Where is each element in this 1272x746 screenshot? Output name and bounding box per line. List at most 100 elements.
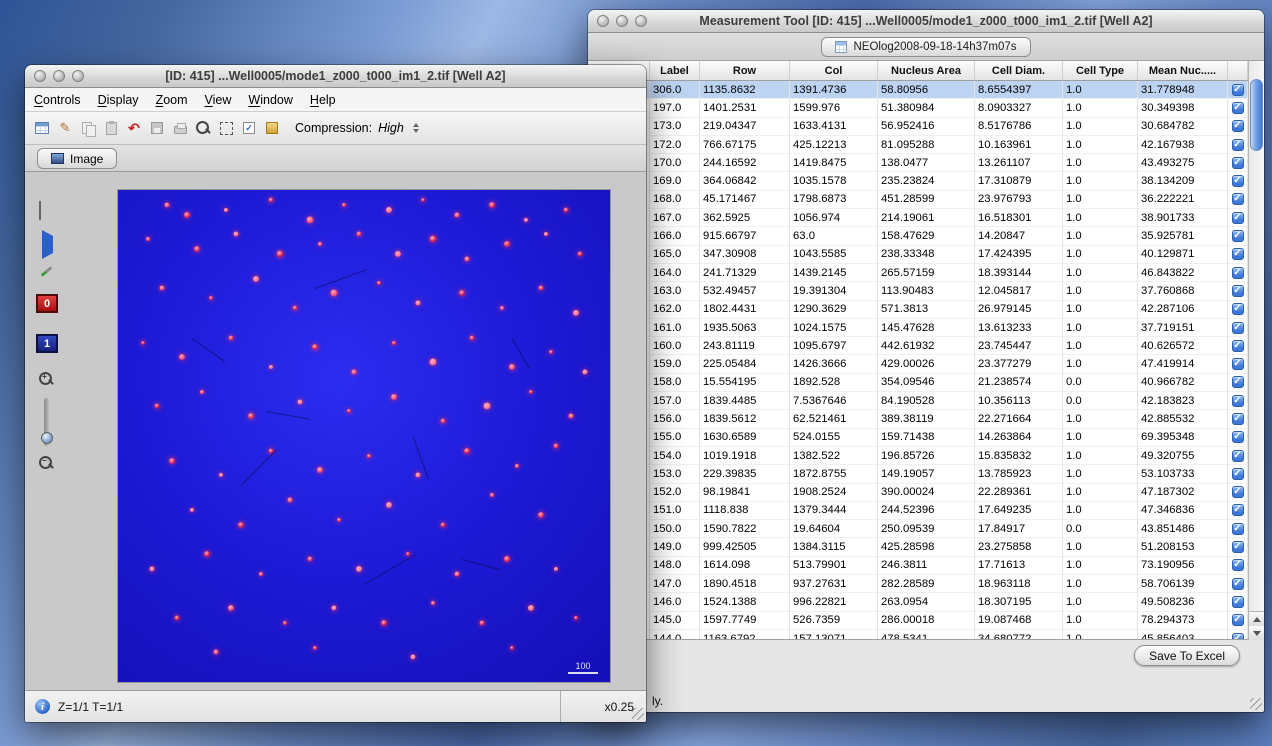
channel-1-button[interactable]: 1 <box>36 334 58 353</box>
table-row[interactable]: 149.0999.425051384.3115425.2859823.27585… <box>588 538 1248 556</box>
row-checkbox[interactable]: ✓ <box>1232 230 1244 242</box>
minimize-button[interactable] <box>53 70 65 82</box>
table-row[interactable]: 150.01590.782219.64604250.0953917.849170… <box>588 520 1248 538</box>
row-checkbox[interactable]: ✓ <box>1232 322 1244 334</box>
table-row[interactable]: 172.0766.67175425.1221381.09528810.16396… <box>588 136 1248 154</box>
zoom-tool-button[interactable] <box>193 117 213 139</box>
table-row[interactable]: 154.01019.19181382.522196.8572615.835832… <box>588 447 1248 465</box>
menu-view[interactable]: View <box>205 93 232 107</box>
column-header[interactable]: Nucleus Area <box>878 61 975 80</box>
row-checkbox[interactable]: ✓ <box>1232 212 1244 224</box>
row-checkbox[interactable]: ✓ <box>1232 358 1244 370</box>
zoom-button[interactable] <box>72 70 84 82</box>
row-checkbox[interactable]: ✓ <box>1232 614 1244 626</box>
zoom-button[interactable] <box>635 15 647 27</box>
play-button[interactable] <box>42 236 53 254</box>
row-checkbox[interactable]: ✓ <box>1232 523 1244 535</box>
paste-button[interactable] <box>101 117 121 139</box>
undo-button[interactable]: ↶ <box>124 117 144 139</box>
column-header[interactable]: Row <box>700 61 790 80</box>
table-row[interactable]: 170.0244.165921419.8475138.047713.261107… <box>588 154 1248 172</box>
row-checkbox[interactable]: ✓ <box>1232 578 1244 590</box>
table-row[interactable]: 161.01935.50631024.1575145.4762813.61323… <box>588 319 1248 337</box>
row-checkbox[interactable]: ✓ <box>1232 376 1244 388</box>
image-window-titlebar[interactable]: [ID: 415] ...Well0005/mode1_z000_t000_im… <box>25 65 646 88</box>
column-header[interactable]: Mean Nuc..... <box>1138 61 1228 80</box>
row-checkbox[interactable]: ✓ <box>1232 303 1244 315</box>
row-checkbox[interactable]: ✓ <box>1232 102 1244 114</box>
column-header[interactable] <box>1228 61 1248 80</box>
table-row[interactable]: 144.01163.6792157.13071478.534134.680772… <box>588 630 1248 639</box>
minimize-button[interactable] <box>616 15 628 27</box>
table-row[interactable]: 147.01890.4518937.27631282.2858918.96311… <box>588 575 1248 593</box>
row-checkbox[interactable]: ✓ <box>1232 541 1244 553</box>
resize-grip[interactable] <box>1250 698 1262 710</box>
tab-neolog[interactable]: NEOlog2008-09-18-14h37m07s <box>821 37 1030 57</box>
table-row[interactable]: 152.098.198411908.2524390.0002422.289361… <box>588 484 1248 502</box>
measurements-button[interactable] <box>32 117 52 139</box>
table-row[interactable]: 164.0241.713291439.2145265.5715918.39314… <box>588 264 1248 282</box>
menu-display[interactable]: Display <box>98 93 139 107</box>
row-checkbox[interactable]: ✓ <box>1232 139 1244 151</box>
row-checkbox[interactable]: ✓ <box>1232 157 1244 169</box>
resize-grip[interactable] <box>632 708 644 720</box>
table-row[interactable]: 146.01524.1388996.22821263.095418.307195… <box>588 593 1248 611</box>
measurement-window-titlebar[interactable]: Measurement Tool [ID: 415] ...Well0005/m… <box>588 10 1264 33</box>
slider-thumb[interactable] <box>41 432 53 444</box>
print-button[interactable] <box>170 117 190 139</box>
table-row[interactable]: 163.0532.4945719.391304113.9048312.04581… <box>588 282 1248 300</box>
row-checkbox[interactable]: ✓ <box>1232 84 1244 96</box>
scroll-up-button[interactable] <box>1249 612 1264 626</box>
menu-controls[interactable]: Controls <box>34 93 81 107</box>
menu-help[interactable]: Help <box>310 93 336 107</box>
row-checkbox[interactable]: ✓ <box>1232 559 1244 571</box>
column-header[interactable]: Cell Type <box>1063 61 1138 80</box>
table-row[interactable]: 168.045.1714671798.6873451.2859923.97679… <box>588 191 1248 209</box>
table-row[interactable]: 169.0364.068421035.1578235.2382417.31087… <box>588 172 1248 190</box>
row-checkbox[interactable]: ✓ <box>1232 413 1244 425</box>
row-checkbox[interactable]: ✓ <box>1232 504 1244 516</box>
table-row[interactable]: 197.01401.25311599.97651.3809848.0903327… <box>588 99 1248 117</box>
row-checkbox[interactable]: ✓ <box>1232 633 1244 639</box>
compress-button[interactable] <box>262 117 282 139</box>
channels-palette-button[interactable] <box>39 202 41 220</box>
tab-image[interactable]: Image <box>37 148 117 169</box>
table-row[interactable]: 306.01135.86321391.473658.809568.6554397… <box>588 81 1248 99</box>
column-header[interactable]: Label <box>650 61 700 80</box>
table-row[interactable]: 157.01839.44857.536764684.19052810.35611… <box>588 392 1248 410</box>
roi-check-button[interactable]: ✓ <box>239 117 259 139</box>
row-checkbox[interactable]: ✓ <box>1232 248 1244 260</box>
table-row[interactable]: 166.0915.6679763.0158.4762914.208471.035… <box>588 227 1248 245</box>
table-row[interactable]: 162.01802.44311290.3629571.381326.979145… <box>588 301 1248 319</box>
scrollbar-thumb[interactable] <box>1250 79 1263 151</box>
row-checkbox[interactable]: ✓ <box>1232 450 1244 462</box>
table-row[interactable]: 151.01118.8381379.3444244.5239617.649235… <box>588 502 1248 520</box>
copy-button[interactable] <box>78 117 98 139</box>
table-row[interactable]: 156.01839.561262.521461389.3811922.27166… <box>588 410 1248 428</box>
row-checkbox[interactable]: ✓ <box>1232 596 1244 608</box>
column-header[interactable]: Col <box>790 61 878 80</box>
save-to-excel-button[interactable]: Save To Excel <box>1134 645 1240 666</box>
table-row[interactable]: 158.015.5541951892.528354.0954621.238574… <box>588 374 1248 392</box>
table-row[interactable]: 173.0219.043471633.413156.9524168.517678… <box>588 118 1248 136</box>
microscopy-image[interactable]: 100 <box>118 190 610 682</box>
row-checkbox[interactable]: ✓ <box>1232 395 1244 407</box>
table-row[interactable]: 145.01597.7749526.7359286.0001819.087468… <box>588 612 1248 630</box>
close-button[interactable] <box>34 70 46 82</box>
row-checkbox[interactable]: ✓ <box>1232 340 1244 352</box>
row-checkbox[interactable]: ✓ <box>1232 175 1244 187</box>
table-row[interactable]: 167.0362.59251056.974214.1906116.5183011… <box>588 209 1248 227</box>
row-checkbox[interactable]: ✓ <box>1232 431 1244 443</box>
vertical-scrollbar[interactable] <box>1248 61 1264 640</box>
row-checkbox[interactable]: ✓ <box>1232 468 1244 480</box>
compression-stepper[interactable] <box>410 120 422 136</box>
close-button[interactable] <box>597 15 609 27</box>
row-checkbox[interactable]: ✓ <box>1232 486 1244 498</box>
table-row[interactable]: 153.0229.398351872.8755149.1905713.78592… <box>588 465 1248 483</box>
row-checkbox[interactable]: ✓ <box>1232 193 1244 205</box>
table-row[interactable]: 148.01614.098513.79901246.381117.716131.… <box>588 557 1248 575</box>
annotate-button[interactable]: ✎ <box>55 117 75 139</box>
channel-0-button[interactable]: 0 <box>36 294 58 313</box>
scroll-down-button[interactable] <box>1249 626 1264 640</box>
table-row[interactable]: 155.01630.6589524.0155159.7143814.263864… <box>588 429 1248 447</box>
